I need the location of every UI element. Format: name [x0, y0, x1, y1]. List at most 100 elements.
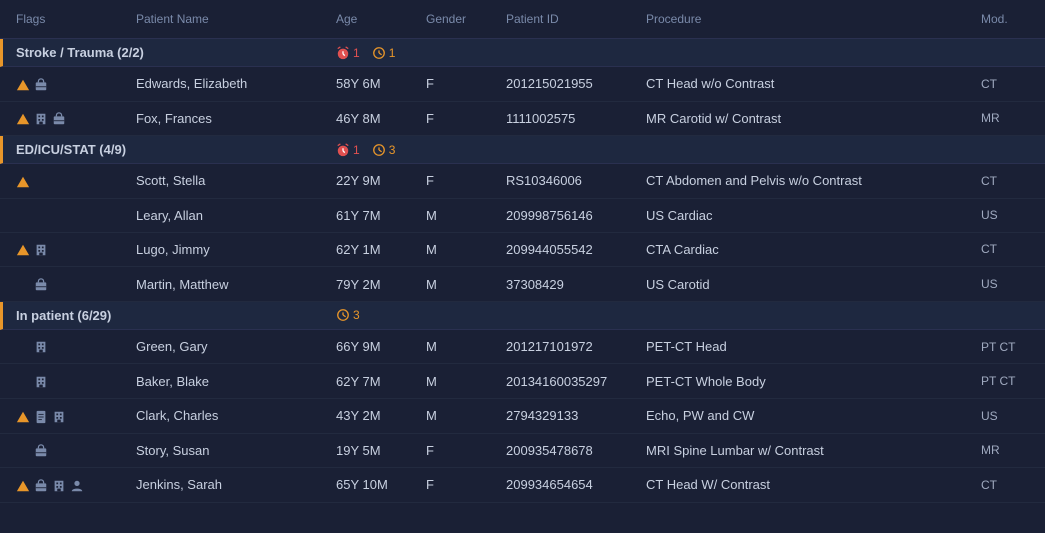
modality: MR [975, 107, 1035, 129]
table-row[interactable]: Baker, Blake62Y 7MM20134160035297PET-CT … [0, 364, 1045, 399]
flags-cell [10, 272, 130, 296]
patient-id: RS10346006 [500, 169, 640, 192]
procedure: CT Head W/ Contrast [640, 473, 975, 496]
procedure: CTA Cardiac [640, 238, 975, 261]
modality: CT [975, 170, 1035, 192]
building-icon [34, 111, 48, 127]
table-row[interactable]: Fox, Frances46Y 8MF1111002575MR Carotid … [0, 102, 1045, 137]
badge: 3 [372, 143, 396, 157]
group-label: Stroke / Trauma (2/2) [16, 45, 336, 60]
group-header-0[interactable]: Stroke / Trauma (2/2)11 [0, 39, 1045, 67]
group-badges: 11 [336, 46, 1035, 60]
patient-name: Scott, Stella [130, 169, 330, 192]
header-flags: Flags [10, 8, 130, 30]
group-badges: 13 [336, 143, 1035, 157]
patient-name: Baker, Blake [130, 370, 330, 393]
patient-age: 79Y 2M [330, 273, 420, 296]
patient-age: 43Y 2M [330, 404, 420, 427]
table-row[interactable]: Lugo, Jimmy62Y 1MM209944055542CTA Cardia… [0, 233, 1045, 268]
patient-name: Clark, Charles [130, 404, 330, 427]
patient-age: 62Y 1M [330, 238, 420, 261]
flags-cell [10, 404, 130, 428]
table-row[interactable]: Jenkins, Sarah65Y 10MF209934654654CT Hea… [0, 468, 1045, 503]
modality: US [975, 204, 1035, 226]
header-gender: Gender [420, 8, 500, 30]
briefcase-icon [34, 276, 48, 292]
warning-icon [16, 173, 30, 189]
patient-gender: M [420, 238, 500, 261]
group-badges: 3 [336, 308, 1035, 322]
patient-name: Story, Susan [130, 439, 330, 462]
building-icon [34, 242, 48, 258]
doc-icon [34, 408, 48, 424]
patient-age: 46Y 8M [330, 107, 420, 130]
badge: 1 [372, 46, 396, 60]
modality: PT CT [975, 336, 1035, 358]
modality: CT [975, 474, 1035, 496]
warning-icon [16, 242, 30, 258]
modality: PT CT [975, 370, 1035, 392]
patient-id: 20134160035297 [500, 370, 640, 393]
patient-id: 201217101972 [500, 335, 640, 358]
header-patient-name: Patient Name [130, 8, 330, 30]
patient-id: 209934654654 [500, 473, 640, 496]
procedure: US Cardiac [640, 204, 975, 227]
warning-icon [16, 111, 30, 127]
patient-age: 61Y 7M [330, 204, 420, 227]
patient-gender: F [420, 473, 500, 496]
group-label: In patient (6/29) [16, 308, 336, 323]
procedure: CT Abdomen and Pelvis w/o Contrast [640, 169, 975, 192]
modality: CT [975, 73, 1035, 95]
table-row[interactable]: Scott, Stella22Y 9MFRS10346006CT Abdomen… [0, 164, 1045, 199]
badge: 1 [336, 143, 360, 157]
modality: US [975, 273, 1035, 295]
table-header: Flags Patient Name Age Gender Patient ID… [0, 0, 1045, 39]
group-header-2[interactable]: In patient (6/29)3 [0, 302, 1045, 330]
patient-id: 209998756146 [500, 204, 640, 227]
table-row[interactable]: Edwards, Elizabeth58Y 6MF201215021955CT … [0, 67, 1045, 102]
patient-name: Leary, Allan [130, 204, 330, 227]
modality: US [975, 405, 1035, 427]
table-row[interactable]: Story, Susan19Y 5MF200935478678MRI Spine… [0, 434, 1045, 469]
table-row[interactable]: Clark, Charles43Y 2MM2794329133Echo, PW … [0, 399, 1045, 434]
patient-age: 58Y 6M [330, 72, 420, 95]
procedure: PET-CT Whole Body [640, 370, 975, 393]
patient-name: Jenkins, Sarah [130, 473, 330, 496]
patient-age: 62Y 7M [330, 370, 420, 393]
table-row[interactable]: Martin, Matthew79Y 2MM37308429US Carotid… [0, 267, 1045, 302]
briefcase-icon [34, 76, 48, 92]
building-icon [52, 408, 66, 424]
patient-name: Green, Gary [130, 335, 330, 358]
patient-name: Edwards, Elizabeth [130, 72, 330, 95]
patient-age: 66Y 9M [330, 335, 420, 358]
table-row[interactable]: Leary, Allan61Y 7MM209998756146US Cardia… [0, 199, 1045, 233]
header-age: Age [330, 8, 420, 30]
patient-gender: F [420, 107, 500, 130]
patient-gender: F [420, 169, 500, 192]
briefcase-icon [52, 111, 66, 127]
worklist-table: Flags Patient Name Age Gender Patient ID… [0, 0, 1045, 503]
patient-gender: M [420, 404, 500, 427]
patient-age: 65Y 10M [330, 473, 420, 496]
procedure: MRI Spine Lumbar w/ Contrast [640, 439, 975, 462]
header-modality: Mod. [975, 8, 1035, 30]
patient-gender: F [420, 72, 500, 95]
modality: MR [975, 439, 1035, 461]
patient-id: 209944055542 [500, 238, 640, 261]
patient-id: 37308429 [500, 273, 640, 296]
patient-gender: M [420, 204, 500, 227]
flags-cell [10, 473, 130, 497]
header-patient-id: Patient ID [500, 8, 640, 30]
group-header-1[interactable]: ED/ICU/STAT (4/9)13 [0, 136, 1045, 164]
building-icon [52, 477, 66, 493]
patient-name: Martin, Matthew [130, 273, 330, 296]
procedure: US Carotid [640, 273, 975, 296]
flags-cell [10, 107, 130, 131]
flags-cell [10, 335, 130, 359]
building-icon [34, 373, 48, 389]
groups-container: Stroke / Trauma (2/2)11Edwards, Elizabet… [0, 39, 1045, 503]
warning-icon [16, 76, 30, 92]
flags-cell [10, 72, 130, 96]
table-row[interactable]: Green, Gary66Y 9MM201217101972PET-CT Hea… [0, 330, 1045, 365]
patient-id: 201215021955 [500, 72, 640, 95]
